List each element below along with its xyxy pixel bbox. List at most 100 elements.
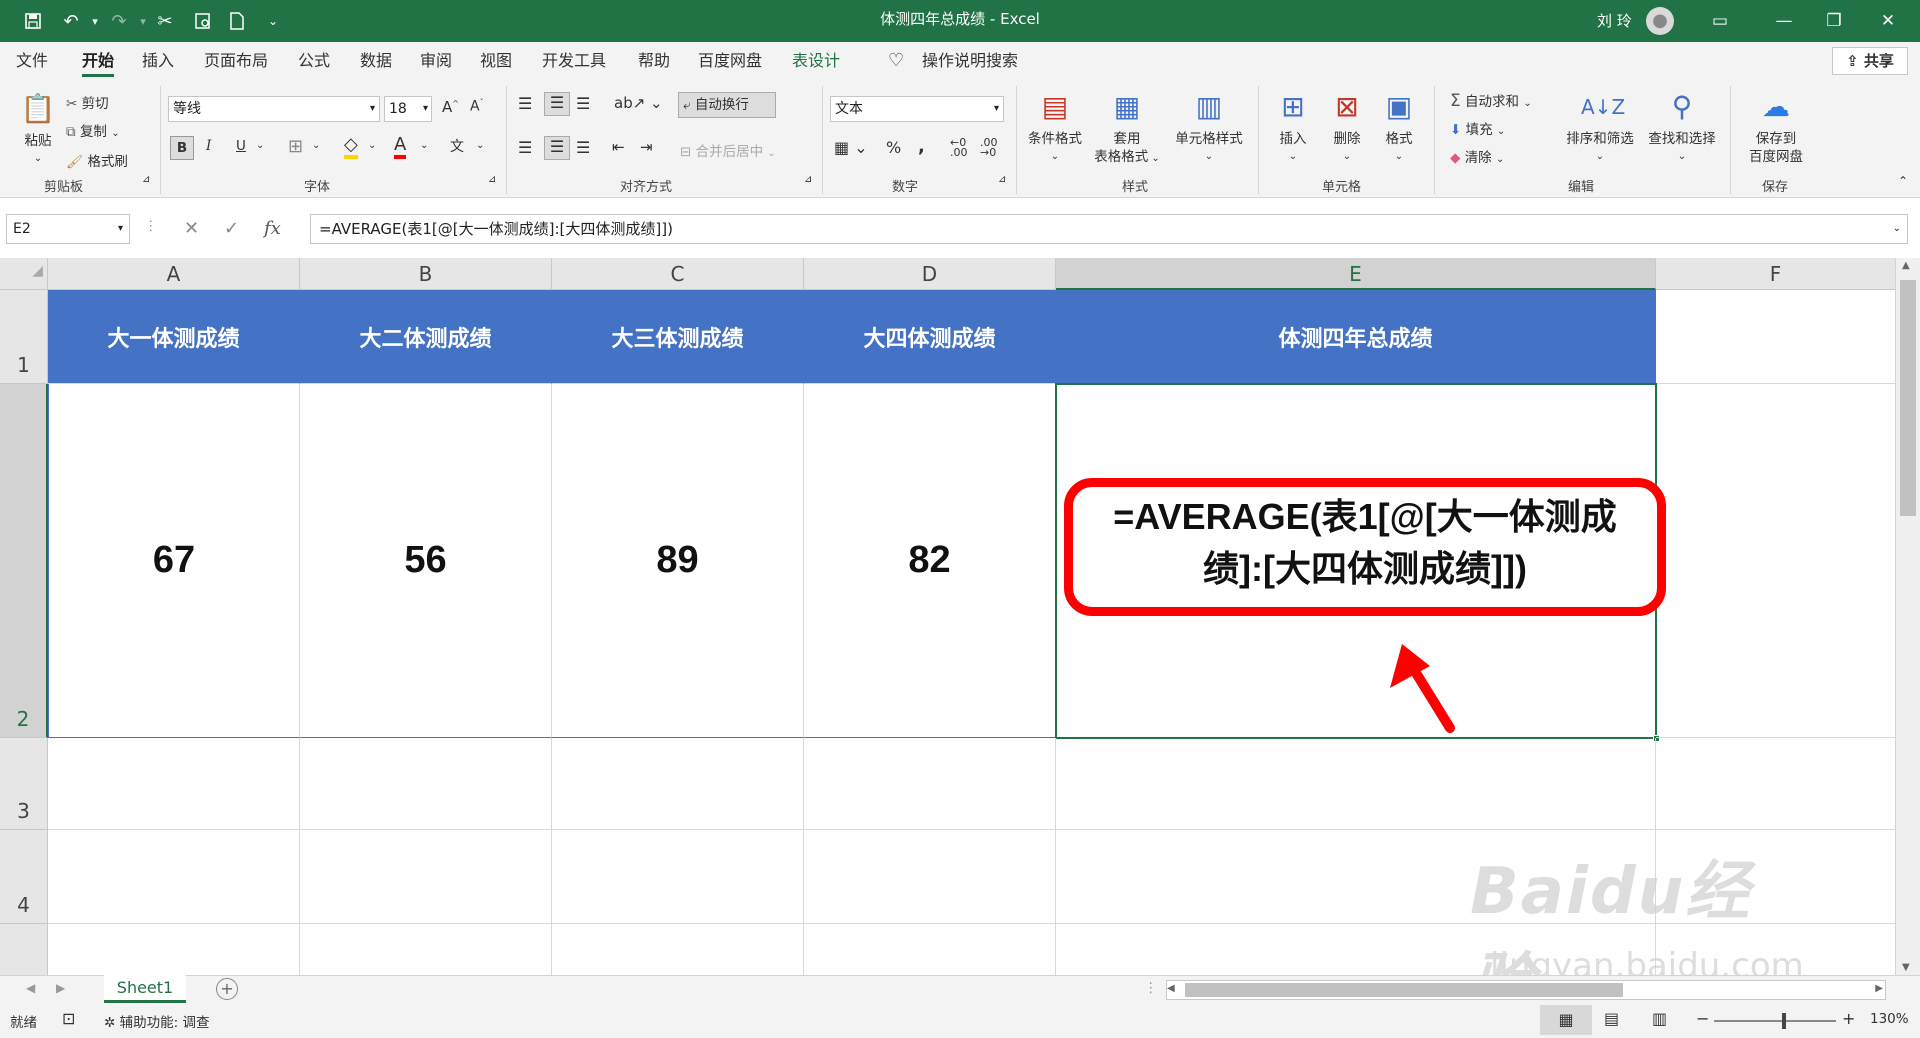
scroll-left-icon[interactable]: ◀: [1167, 983, 1175, 994]
tab-view[interactable]: 视图: [480, 42, 512, 80]
tab-baidu-pan[interactable]: 百度网盘: [698, 42, 762, 80]
font-name-select[interactable]: 等线 ▾: [168, 96, 380, 122]
cut-button[interactable]: ✂ 剪切: [66, 92, 109, 112]
tab-file[interactable]: 文件: [16, 42, 48, 80]
align-bottom-icon[interactable]: ☰: [576, 94, 590, 113]
zoom-level[interactable]: 130%: [1870, 1011, 1909, 1027]
tab-insert[interactable]: 插入: [142, 42, 174, 80]
insert-function-icon[interactable]: fx: [264, 214, 281, 244]
row-header-4[interactable]: 4: [0, 830, 48, 924]
share-button[interactable]: ⇪ 共享: [1832, 47, 1908, 75]
conditional-formatting-button[interactable]: ▤ 条件格式 ⌄: [1022, 88, 1088, 166]
align-middle-icon[interactable]: ☰: [544, 92, 570, 116]
scrollbar-thumb[interactable]: [1185, 983, 1623, 997]
tab-help[interactable]: 帮助: [638, 42, 670, 80]
column-header-f[interactable]: F: [1656, 258, 1896, 290]
decrease-indent-icon[interactable]: ⇤: [612, 138, 625, 156]
scrollbar-thumb[interactable]: [1900, 280, 1916, 516]
name-box[interactable]: E2 ▾: [6, 214, 130, 244]
table-header-cell[interactable]: 大二体测成绩: [300, 290, 552, 384]
align-left-icon[interactable]: ☰: [518, 138, 532, 157]
cancel-icon[interactable]: ✕: [184, 214, 199, 244]
copy-button[interactable]: ⧉ 复制 ⌄: [66, 120, 120, 140]
shrink-font-icon[interactable]: Aˇ: [470, 98, 484, 115]
align-right-icon[interactable]: ☰: [576, 138, 590, 157]
row-header-5[interactable]: [0, 924, 48, 975]
cell[interactable]: [48, 924, 300, 975]
horizontal-scrollbar[interactable]: ◀ ▶: [1166, 980, 1886, 1000]
avatar[interactable]: ●: [1646, 7, 1674, 35]
dialog-launcher-icon[interactable]: ⊿: [998, 174, 1006, 185]
format-cells-button[interactable]: ▣ 格式 ⌄: [1374, 88, 1424, 166]
zoom-out-icon[interactable]: −: [1696, 1009, 1709, 1028]
add-sheet-icon[interactable]: +: [216, 978, 238, 1000]
sheet-scroll-right-icon[interactable]: ▶: [56, 981, 65, 995]
tab-review[interactable]: 审阅: [420, 42, 452, 80]
table-cell[interactable]: 67: [48, 384, 300, 738]
cell-styles-button[interactable]: ▥ 单元格样式 ⌄: [1168, 88, 1250, 166]
chevron-down-icon[interactable]: ⌄: [476, 140, 484, 151]
font-color-icon[interactable]: A: [394, 134, 407, 159]
clear-button[interactable]: ◆ 清除 ⌄: [1450, 146, 1504, 166]
borders-icon[interactable]: ⊞: [288, 136, 303, 157]
page-layout-view-icon[interactable]: ▤: [1604, 1009, 1619, 1028]
chevron-down-icon[interactable]: ⌄: [420, 140, 428, 151]
table-header-cell[interactable]: 大一体测成绩: [48, 290, 300, 384]
column-header-a[interactable]: A: [48, 258, 300, 290]
accessibility-status[interactable]: ✲ 辅助功能: 调查: [104, 1011, 209, 1031]
cell[interactable]: [48, 830, 300, 924]
insert-cells-button[interactable]: ⊞ 插入 ⌄: [1268, 88, 1318, 166]
enter-icon[interactable]: ✓: [224, 214, 239, 244]
align-top-icon[interactable]: ☰: [518, 94, 532, 113]
tab-formulas[interactable]: 公式: [298, 42, 330, 80]
row-header-3[interactable]: 3: [0, 738, 48, 830]
cell[interactable]: [552, 830, 804, 924]
cell[interactable]: [804, 738, 1056, 830]
expand-formula-icon[interactable]: ⌄: [1893, 215, 1901, 243]
merge-center-button[interactable]: ⊟ 合并后居中 ⌄: [680, 140, 776, 160]
tab-data[interactable]: 数据: [360, 42, 392, 80]
user-name[interactable]: 刘 玲: [1597, 0, 1632, 42]
accounting-format-icon[interactable]: ▦ ⌄: [834, 138, 868, 157]
autosum-button[interactable]: Σ 自动求和 ⌄: [1450, 90, 1532, 111]
chevron-down-icon[interactable]: ⌄: [256, 140, 264, 151]
fill-color-icon[interactable]: ◇: [344, 134, 358, 159]
number-format-select[interactable]: 文本 ▾: [830, 96, 1004, 122]
column-header-e[interactable]: E: [1056, 258, 1656, 290]
tab-table-design[interactable]: 表设计: [792, 42, 840, 80]
sheet-tab-sheet1[interactable]: Sheet1: [104, 975, 186, 1003]
paste-button[interactable]: 📋 粘贴 ⌄: [14, 90, 62, 168]
table-cell[interactable]: 56: [300, 384, 552, 738]
bold-button[interactable]: B: [170, 136, 194, 160]
tab-home[interactable]: 开始: [82, 42, 115, 80]
collapse-ribbon-icon[interactable]: ⌃: [1898, 174, 1908, 188]
ribbon-display-options-icon[interactable]: ▭: [1690, 0, 1750, 42]
dialog-launcher-icon[interactable]: ⊿: [142, 174, 150, 185]
scroll-up-icon[interactable]: ▲: [1902, 260, 1910, 271]
comma-style-icon[interactable]: ,: [918, 136, 925, 157]
cell[interactable]: [804, 830, 1056, 924]
zoom-slider[interactable]: [1714, 1013, 1836, 1029]
wrap-text-button[interactable]: ⤶ 自动换行: [678, 92, 776, 118]
align-center-icon[interactable]: ☰: [544, 136, 570, 160]
decrease-decimal-icon[interactable]: .00 →0: [980, 137, 998, 158]
cell[interactable]: [552, 924, 804, 975]
italic-button[interactable]: I: [206, 138, 211, 154]
save-to-baidu-pan-button[interactable]: ☁ 保存到 百度网盘: [1742, 88, 1810, 166]
macro-record-icon[interactable]: ⊡: [62, 1009, 75, 1028]
scroll-right-icon[interactable]: ▶: [1875, 983, 1883, 994]
font-size-select[interactable]: 18 ▾: [384, 96, 432, 122]
underline-button[interactable]: U: [236, 138, 246, 154]
scroll-down-icon[interactable]: ▼: [1902, 962, 1910, 973]
delete-cells-button[interactable]: ⊠ 删除 ⌄: [1322, 88, 1372, 166]
chevron-down-icon[interactable]: ⌄: [368, 140, 376, 151]
cell[interactable]: [1056, 738, 1656, 830]
table-cell[interactable]: 89: [552, 384, 804, 738]
table-header-cell[interactable]: 大四体测成绩: [804, 290, 1056, 384]
cell[interactable]: [300, 924, 552, 975]
cell[interactable]: [1656, 738, 1896, 830]
row-header-2[interactable]: 2: [0, 384, 48, 738]
cell[interactable]: [1656, 384, 1896, 738]
format-painter-button[interactable]: 🖌 格式刷: [66, 150, 128, 170]
restore-icon[interactable]: ❐: [1804, 0, 1864, 42]
